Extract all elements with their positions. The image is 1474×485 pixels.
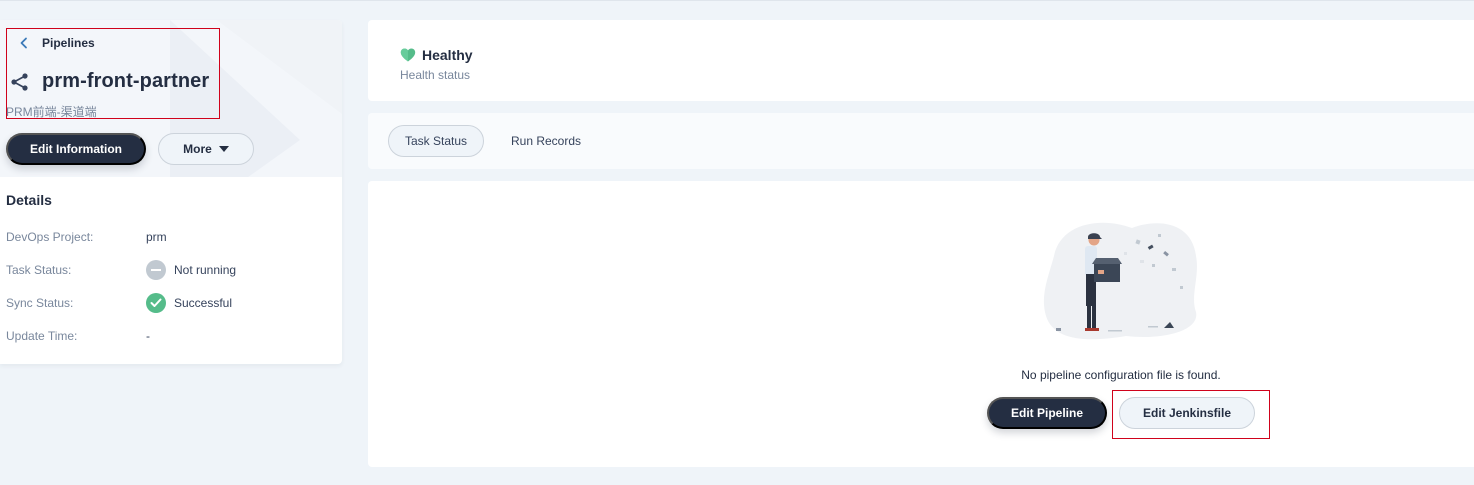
detail-value-wrap: Not running	[146, 260, 236, 280]
detail-key: DevOps Project:	[6, 230, 94, 244]
empty-box-illustration	[1043, 222, 1197, 340]
health-card: Healthy Health status	[368, 20, 1474, 101]
back-to-pipelines-link[interactable]: Pipelines	[18, 36, 95, 50]
sync-status-value: Successful	[174, 296, 233, 310]
detail-value: prm	[146, 230, 167, 244]
task-status-value: Not running	[174, 263, 237, 277]
edit-pipeline-button[interactable]: Edit Pipeline	[987, 397, 1107, 429]
edit-jenkinsfile-button[interactable]: Edit Jenkinsfile	[1119, 397, 1255, 429]
tabs-bar: Task Status Run Records	[368, 113, 1474, 169]
top-divider	[0, 0, 1474, 1]
pipeline-info-card: Pipelines prm-front-partner PRM前端-渠道端 Ed…	[0, 20, 342, 364]
health-status-title: Healthy	[400, 47, 473, 63]
pipeline-title-row: prm-front-partner	[10, 70, 209, 93]
tab-run-records[interactable]: Run Records	[498, 125, 594, 157]
pipeline-description: PRM前端-渠道端	[6, 105, 97, 119]
heart-icon	[400, 48, 416, 62]
detail-key: Sync Status:	[6, 296, 74, 310]
health-status-value: Healthy	[422, 47, 473, 63]
check-circle-icon	[146, 293, 166, 313]
edit-information-button[interactable]: Edit Information	[6, 133, 146, 165]
chevron-left-icon	[20, 37, 27, 49]
minus-circle-icon	[146, 260, 166, 280]
detail-row-devops-project: DevOps Project: prm	[6, 227, 167, 247]
tab-task-status[interactable]: Task Status	[388, 125, 484, 157]
detail-value: -	[146, 329, 150, 343]
health-status-label: Health status	[400, 68, 471, 82]
empty-state-message: No pipeline configuration file is found.	[1021, 368, 1221, 382]
more-button-label: More	[183, 142, 212, 156]
detail-row-sync-status: Sync Status: Successful	[6, 293, 232, 313]
details-heading: Details	[6, 192, 52, 208]
detail-row-task-status: Task Status: Not running	[6, 260, 236, 280]
detail-key: Task Status:	[6, 263, 72, 277]
pipeline-name: prm-front-partner	[42, 70, 210, 92]
task-status-panel: No pipeline configuration file is found.…	[368, 181, 1474, 467]
detail-value-wrap: Successful	[146, 293, 232, 313]
detail-row-update-time: Update Time: -	[6, 326, 150, 346]
back-link-label: Pipelines	[42, 36, 95, 50]
more-button[interactable]: More	[158, 133, 254, 165]
pipeline-icon	[11, 72, 28, 91]
caret-down-icon	[218, 146, 229, 152]
detail-key: Update Time:	[6, 329, 78, 343]
